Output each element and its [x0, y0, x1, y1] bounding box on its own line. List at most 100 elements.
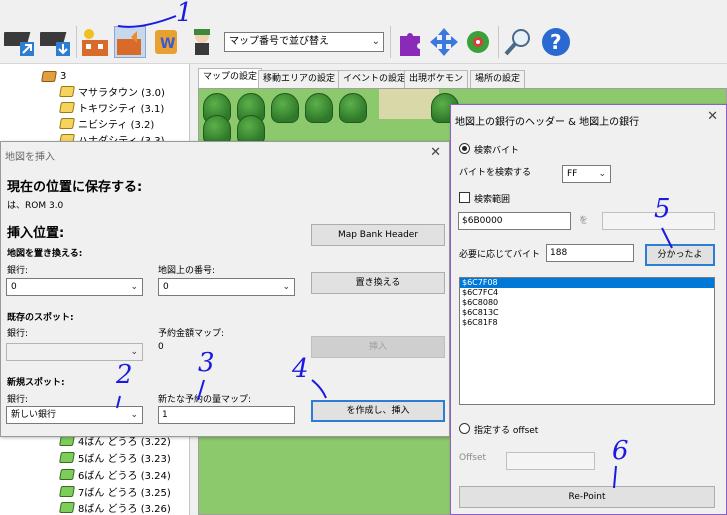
insert-map-dialog: 地図を挿入 ✕ 現在の位置に保存する: は、ROM 3.0 挿入位置: 地図を置… [0, 141, 450, 437]
replace-bank-select[interactable]: 0 ⌄ [6, 278, 143, 296]
folder-icon [41, 70, 57, 82]
puzzle-icon[interactable] [394, 26, 426, 58]
town-map-icon [59, 101, 75, 113]
map-insert-icon[interactable] [80, 26, 112, 58]
offset-label: Offset [459, 453, 487, 463]
byte-to-search-label: バイトを検索する [459, 168, 532, 178]
save-heading: 現在の位置に保存する: [7, 180, 143, 195]
save-as-icon[interactable] [0, 26, 36, 58]
tree-item-label: 7ばん どうろ (3.25) [78, 487, 171, 499]
tree-item[interactable]: 5ばん どうろ (3.23) [59, 449, 171, 465]
replace-heading: 地図を置き換える: [7, 249, 83, 259]
create-and-insert-button[interactable]: を作成し、挿入 [311, 400, 445, 422]
script-editor-icon[interactable]: W [152, 26, 184, 58]
search-range-checkbox[interactable] [459, 192, 470, 203]
tab-label: マップの設定 [203, 72, 258, 82]
byte-select[interactable]: FF ⌄ [562, 165, 611, 183]
chevron-down-icon: ⌄ [130, 347, 138, 357]
town-map-icon [59, 117, 75, 129]
tree-item-label: 6ばん どうろ (3.24) [78, 470, 171, 482]
replace-bank-label: 銀行: [7, 266, 29, 276]
route-map-icon [59, 485, 75, 497]
tab-label: 場所の設定 [475, 74, 521, 84]
tab-label: イベントの設定 [343, 74, 407, 84]
select-value: FF [567, 169, 578, 179]
tree-item-label: トキワシティ (3.1) [78, 103, 165, 115]
dialog-title: 地図を挿入 [5, 152, 55, 163]
map-tabs: マップの設定 移動エリアの設定 イベントの設定 出現ポケモン 場所の設定 [198, 68, 727, 88]
found-button[interactable]: 分かったよ [645, 244, 715, 266]
chevron-down-icon: ⌄ [130, 410, 138, 420]
tree-item[interactable]: トキワシティ (3.1) [59, 99, 165, 115]
existing-bank-label: 銀行: [7, 329, 29, 339]
tree-item[interactable]: 8ばん どうろ (3.26) [59, 499, 171, 515]
results-list[interactable]: $6C7F08 $6C7FC4 $6C8080 $6C813C $6C81F8 [459, 277, 715, 405]
new-reserved-input[interactable]: 1 [158, 406, 295, 424]
move-arrows-icon[interactable] [428, 26, 460, 58]
search-byte-radio[interactable] [459, 143, 470, 154]
search-icon[interactable] [502, 26, 534, 58]
range-start-input[interactable]: $6B0000 [458, 212, 571, 230]
tab-label: 移動エリアの設定 [263, 74, 336, 84]
reserved-label: 予約金額マップ: [158, 329, 225, 339]
list-item[interactable]: $6C8080 [460, 298, 714, 308]
map-number-label: 地図上の番号: [158, 266, 216, 276]
list-item[interactable]: $6C813C [460, 308, 714, 318]
town-map-icon [59, 85, 75, 97]
replace-button[interactable]: 置き換える [311, 272, 445, 294]
tree-folder[interactable]: 3 [41, 68, 67, 84]
dialog-title: 地図上の銀行のヘッダー & 地図上の銀行 [455, 117, 640, 128]
gear-icon[interactable] [462, 26, 494, 58]
rom-line: は、ROM 3.0 [7, 201, 64, 211]
annotation-4: 4 [292, 354, 309, 384]
map-tree-tile [305, 93, 333, 123]
existing-bank-select[interactable]: ⌄ [6, 343, 143, 361]
annotation-2: 2 [116, 360, 133, 390]
input-value: 1 [162, 410, 168, 420]
annotation-1: 1 [176, 0, 193, 28]
list-item[interactable]: $6C7FC4 [460, 288, 714, 298]
chevron-down-icon: ⌄ [598, 169, 606, 179]
tree-item[interactable]: 6ばん どうろ (3.24) [59, 466, 171, 482]
chevron-down-icon: ⌄ [371, 36, 380, 47]
tab-location-settings[interactable]: 場所の設定 [470, 70, 526, 88]
map-bank-header-button[interactable]: Map Bank Header [311, 224, 445, 246]
sort-select[interactable]: マップ番号で並び替え ⌄ [224, 32, 384, 52]
tab-movement-area[interactable]: 移動エリアの設定 [258, 70, 341, 88]
close-icon[interactable]: ✕ [707, 109, 718, 124]
annotation-5: 5 [654, 194, 671, 224]
new-bank-select[interactable]: 新しい銀行 ⌄ [6, 406, 143, 424]
close-icon[interactable]: ✕ [430, 145, 441, 160]
offset-radio-label: 指定する offset [474, 426, 539, 436]
tab-map-settings[interactable]: マップの設定 [198, 68, 263, 88]
open-import-icon[interactable] [36, 26, 72, 58]
list-item[interactable]: $6C81F8 [460, 318, 714, 328]
map-insert-alt-icon[interactable] [114, 26, 146, 58]
route-map-icon [59, 451, 75, 463]
tree-item[interactable]: ニビシティ (3.2) [59, 115, 155, 131]
offset-input[interactable] [506, 452, 595, 470]
chevron-down-icon: ⌄ [130, 282, 138, 292]
map-tree-tile [339, 93, 367, 123]
replace-map-select[interactable]: 0 ⌄ [158, 278, 295, 296]
needed-bytes-input[interactable]: 188 [546, 244, 634, 262]
needed-bytes-label: 必要に応じてバイト [459, 250, 541, 260]
tree-item-label: マサラタウン (3.0) [78, 87, 165, 99]
offset-radio[interactable] [459, 423, 470, 434]
tree-item[interactable]: マサラタウン (3.0) [59, 83, 165, 99]
repoint-button[interactable]: Re-Point [459, 486, 715, 508]
tab-events[interactable]: イベントの設定 [338, 70, 412, 88]
tab-wild-pokemon[interactable]: 出現ポケモン [404, 70, 469, 88]
range-to-label: を [579, 216, 589, 226]
insert-button[interactable]: 挿入 [311, 336, 445, 358]
trainer-icon[interactable] [186, 26, 218, 58]
tree-item-label: ニビシティ (3.2) [78, 119, 155, 131]
select-value: 新しい銀行 [11, 410, 57, 420]
help-icon[interactable]: ? [540, 26, 572, 58]
map-bank-header-dialog: 地図上の銀行のヘッダー & 地図上の銀行 ✕ 検索バイト バイトを検索する FF… [450, 104, 727, 515]
tree-item[interactable]: 7ばん どうろ (3.25) [59, 483, 171, 499]
new-bank-label: 銀行: [7, 395, 29, 405]
tree-item-label: 8ばん どうろ (3.26) [78, 503, 171, 515]
list-item[interactable]: $6C7F08 [460, 278, 714, 288]
tree-item-label: 3 [60, 70, 67, 82]
